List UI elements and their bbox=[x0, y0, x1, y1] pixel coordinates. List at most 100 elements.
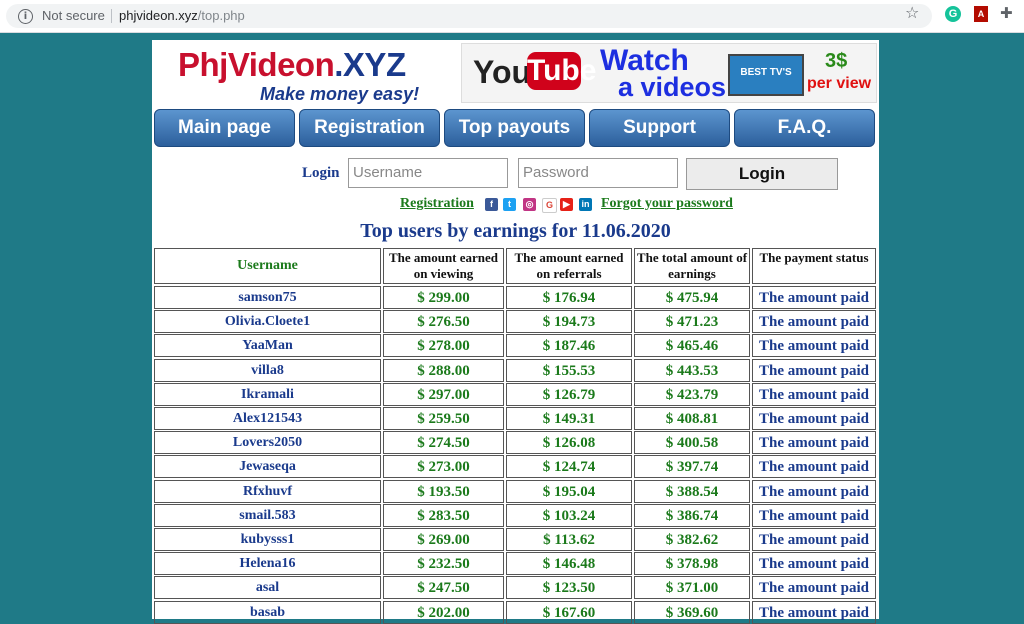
nav-main-page[interactable]: Main page bbox=[154, 109, 295, 147]
nav-top-payouts[interactable]: Top payouts bbox=[444, 109, 585, 147]
table-cell-username: Alex121543 bbox=[154, 407, 381, 430]
table-header-username: Username bbox=[154, 248, 381, 284]
acrobat-extension-icon[interactable]: A bbox=[974, 6, 988, 22]
registration-link[interactable]: Registration bbox=[400, 196, 474, 212]
table-cell-status: The amount paid bbox=[752, 334, 876, 357]
address-bar[interactable]: i Not secure phjvideon.xyz/top.php bbox=[6, 4, 932, 28]
username-input[interactable]: Username bbox=[348, 158, 508, 188]
table-cell-status: The amount paid bbox=[752, 455, 876, 478]
bookmark-star-icon[interactable]: ☆ bbox=[905, 3, 919, 22]
url-path: /top.php bbox=[197, 8, 245, 23]
page-container: PhjVideon.XYZ Make money easy! You Tube … bbox=[152, 40, 879, 624]
login-button[interactable]: Login bbox=[686, 158, 838, 190]
table-cell-referrals: $ 187.46 bbox=[506, 334, 632, 357]
table-cell-status: The amount paid bbox=[752, 383, 876, 406]
table-cell-total: $ 475.94 bbox=[634, 286, 750, 309]
extensions-puzzle-icon[interactable]: ✚ bbox=[1000, 4, 1013, 22]
table-cell-username: Jewaseqa bbox=[154, 455, 381, 478]
table-cell-viewing: $ 259.50 bbox=[383, 407, 504, 430]
table-cell-viewing: $ 299.00 bbox=[383, 286, 504, 309]
table-cell-viewing: $ 276.50 bbox=[383, 310, 504, 333]
linkedin-icon[interactable]: in bbox=[579, 198, 592, 211]
table-cell-referrals: $ 176.94 bbox=[506, 286, 632, 309]
table-cell-total: $ 388.54 bbox=[634, 480, 750, 503]
table-cell-referrals: $ 113.62 bbox=[506, 528, 632, 551]
table-cell-status: The amount paid bbox=[752, 480, 876, 503]
table-cell-referrals: $ 126.08 bbox=[506, 431, 632, 454]
table-cell-referrals: $ 155.53 bbox=[506, 359, 632, 382]
table-cell-referrals: $ 194.73 bbox=[506, 310, 632, 333]
nav-support[interactable]: Support bbox=[589, 109, 730, 147]
logo-text-blue: .XYZ bbox=[334, 46, 406, 83]
table-cell-total: $ 423.79 bbox=[634, 383, 750, 406]
main-nav: Main page Registration Top payouts Suppo… bbox=[154, 109, 878, 147]
table-cell-viewing: $ 232.50 bbox=[383, 552, 504, 575]
table-cell-total: $ 369.60 bbox=[634, 601, 750, 624]
table-cell-viewing: $ 193.50 bbox=[383, 480, 504, 503]
table-header-viewing: The amount earned on viewing bbox=[383, 248, 504, 284]
table-cell-viewing: $ 273.00 bbox=[383, 455, 504, 478]
table-cell-username: Lovers2050 bbox=[154, 431, 381, 454]
table-cell-viewing: $ 202.00 bbox=[383, 601, 504, 624]
logo-tagline: Make money easy! bbox=[260, 84, 420, 104]
banner-per-view: per view bbox=[807, 75, 872, 92]
google-icon[interactable]: G bbox=[542, 198, 557, 213]
table-cell-total: $ 371.00 bbox=[634, 576, 750, 599]
table-cell-username: basab bbox=[154, 601, 381, 624]
table-cell-status: The amount paid bbox=[752, 504, 876, 527]
table-cell-viewing: $ 274.50 bbox=[383, 431, 504, 454]
table-cell-total: $ 465.46 bbox=[634, 334, 750, 357]
table-cell-status: The amount paid bbox=[752, 552, 876, 575]
table-cell-viewing: $ 297.00 bbox=[383, 383, 504, 406]
table-cell-status: The amount paid bbox=[752, 576, 876, 599]
table-cell-referrals: $ 195.04 bbox=[506, 480, 632, 503]
table-cell-status: The amount paid bbox=[752, 310, 876, 333]
table-cell-username: villa8 bbox=[154, 359, 381, 382]
banner-you-text: You bbox=[473, 54, 532, 90]
instagram-icon[interactable]: ◎ bbox=[523, 198, 536, 211]
youtube-icon[interactable]: ▶ bbox=[560, 198, 573, 211]
password-input[interactable]: Password bbox=[518, 158, 678, 188]
ad-banner[interactable]: You Tube Watch a videos BEST TV'S 3$ per… bbox=[461, 43, 877, 103]
url-host: phjvideon.xyz bbox=[119, 8, 198, 23]
table-cell-referrals: $ 146.48 bbox=[506, 552, 632, 575]
table-cell-viewing: $ 283.50 bbox=[383, 504, 504, 527]
table-cell-status: The amount paid bbox=[752, 431, 876, 454]
banner-price: 3$ bbox=[825, 50, 848, 72]
table-cell-viewing: $ 288.00 bbox=[383, 359, 504, 382]
tv-icon: BEST TV'S bbox=[728, 54, 804, 96]
table-header-status: The payment status bbox=[752, 248, 876, 284]
table-cell-referrals: $ 167.60 bbox=[506, 601, 632, 624]
twitter-icon[interactable]: t bbox=[503, 198, 516, 211]
login-label: Login bbox=[302, 165, 340, 181]
table-cell-total: $ 386.74 bbox=[634, 504, 750, 527]
table-cell-status: The amount paid bbox=[752, 359, 876, 382]
table-header-total: The total amount of earnings bbox=[634, 248, 750, 284]
table-cell-total: $ 378.98 bbox=[634, 552, 750, 575]
table-cell-total: $ 408.81 bbox=[634, 407, 750, 430]
table-cell-status: The amount paid bbox=[752, 407, 876, 430]
grammarly-extension-icon[interactable]: G bbox=[945, 6, 961, 22]
forgot-password-link[interactable]: Forgot your password bbox=[601, 196, 733, 212]
nav-faq[interactable]: F.A.Q. bbox=[734, 109, 875, 147]
facebook-icon[interactable]: f bbox=[485, 198, 498, 211]
table-cell-username: Olivia.Cloete1 bbox=[154, 310, 381, 333]
logo-text-red: PhjVideon bbox=[178, 46, 335, 83]
info-icon[interactable]: i bbox=[18, 9, 33, 24]
table-cell-username: samson75 bbox=[154, 286, 381, 309]
nav-registration[interactable]: Registration bbox=[299, 109, 440, 147]
table-cell-username: Helena16 bbox=[154, 552, 381, 575]
url-text[interactable]: phjvideon.xyz/top.php bbox=[119, 8, 245, 23]
site-logo[interactable]: PhjVideon.XYZ Make money easy! bbox=[178, 46, 438, 106]
security-status: Not secure bbox=[42, 8, 105, 23]
browser-toolbar: i Not secure phjvideon.xyz/top.php ☆ G A… bbox=[0, 0, 1024, 33]
table-cell-status: The amount paid bbox=[752, 601, 876, 624]
table-header-referrals: The amount earned on referrals bbox=[506, 248, 632, 284]
banner-videos-text: a videos bbox=[618, 72, 727, 102]
table-cell-referrals: $ 103.24 bbox=[506, 504, 632, 527]
table-cell-username: asal bbox=[154, 576, 381, 599]
table-cell-referrals: $ 124.74 bbox=[506, 455, 632, 478]
table-cell-total: $ 443.53 bbox=[634, 359, 750, 382]
table-cell-total: $ 397.74 bbox=[634, 455, 750, 478]
table-cell-referrals: $ 149.31 bbox=[506, 407, 632, 430]
